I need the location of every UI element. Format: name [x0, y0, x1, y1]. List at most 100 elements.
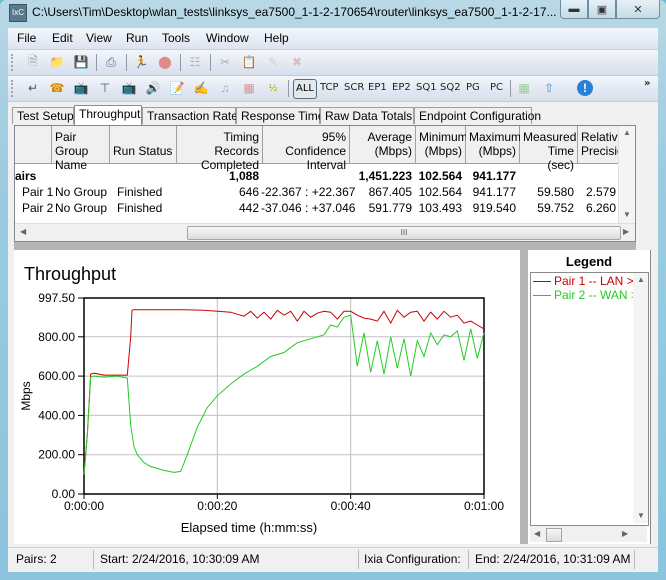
menu-help[interactable]: Help — [264, 31, 289, 45]
edit-pair-icon[interactable]: ✍ — [193, 80, 209, 96]
measured-time: 59.580 — [537, 185, 574, 199]
menu-view[interactable]: View — [86, 31, 112, 45]
column-header-maximum[interactable]: Maximum (Mbps) — [466, 126, 521, 164]
filter-sq2-button[interactable]: SQ2 — [440, 82, 461, 93]
filter-pg-button[interactable]: PG — [466, 82, 480, 93]
legend-title: Legend — [565, 254, 613, 269]
table-horizontal-scrollbar[interactable]: ◀ III ▶ — [15, 223, 635, 241]
scroll-right-icon[interactable]: ▶ — [623, 227, 629, 236]
column-header-timing-records[interactable]: Timing Records Completed — [177, 126, 263, 172]
x-tick-label: 0:00:40 — [331, 499, 371, 513]
column-header-minimum[interactable]: Minimum (Mbps) — [416, 126, 468, 164]
scroll-left-icon[interactable]: ◀ — [20, 227, 26, 236]
filter-ep2-button[interactable]: EP2 — [392, 82, 411, 93]
voip-icon[interactable]: 🔊 — [145, 80, 161, 96]
filter-tcp-button[interactable]: TCP — [320, 82, 339, 93]
column-header-run-status[interactable]: Run Status — [110, 126, 177, 164]
tab-endpoint-configuration[interactable]: Endpoint Configuration — [414, 107, 541, 124]
number-icon[interactable]: ½ — [265, 80, 281, 96]
x-tick-label: 0:01:00 — [464, 499, 504, 513]
app-group-icon[interactable]: ♫ — [217, 80, 233, 96]
minimize-button[interactable]: ▬ — [560, 0, 588, 19]
close-button[interactable]: ✕ — [616, 0, 660, 19]
endpoint-icon[interactable]: 📺 — [73, 80, 89, 96]
title-bar[interactable]: IxC C:\Users\Tim\Desktop\wlan_tests\link… — [0, 0, 666, 26]
column-header-pair-group[interactable]: Pair Group Name — [52, 126, 110, 172]
y-tick-label: 600.00 — [38, 369, 75, 383]
paste-icon[interactable]: 📋 — [241, 54, 257, 70]
edit-icon[interactable]: ✎ — [265, 54, 281, 70]
scroll-right-icon[interactable]: ▶ — [622, 529, 628, 538]
menu-tools[interactable]: Tools — [162, 31, 190, 45]
tab-throughput[interactable]: Throughput — [74, 105, 142, 125]
export-icon[interactable]: ▦ — [516, 80, 532, 96]
info-icon[interactable]: ! — [577, 80, 593, 96]
relative-precision: 6.260 — [585, 201, 616, 215]
legend-vertical-scrollbar[interactable]: ▲ ▼ — [633, 273, 648, 523]
legend-horizontal-scrollbar[interactable]: ◀ ▶ — [530, 526, 647, 542]
scroll-down-icon[interactable]: ▼ — [623, 210, 631, 219]
group-icon[interactable]: ▦ — [241, 80, 257, 96]
scroll-up-icon[interactable]: ▲ — [623, 128, 631, 137]
delete-icon[interactable]: ✖ — [289, 54, 305, 70]
scroll-left-icon[interactable]: ◀ — [534, 529, 540, 538]
menu-file[interactable]: File — [17, 31, 36, 45]
scroll-down-icon[interactable]: ▼ — [637, 511, 645, 520]
confidence-interval: -37.046 : +37.046 — [261, 201, 356, 215]
new-icon[interactable]: 🗎 — [25, 54, 41, 70]
menu-window[interactable]: Window — [206, 31, 249, 45]
pair-name: Pair 1 — [22, 185, 54, 199]
maximize-button[interactable]: ▣ — [588, 0, 616, 19]
tab-transaction-rate[interactable]: Transaction Rate — [142, 107, 238, 124]
column-header-relative-precision[interactable]: Relative Precision — [578, 126, 630, 164]
y-tick-label: 400.00 — [38, 408, 75, 422]
column-header-pair[interactable] — [15, 126, 52, 164]
filter-all-button[interactable]: ALL — [293, 79, 317, 99]
filter-sq1-button[interactable]: SQ1 — [416, 82, 437, 93]
column-header-average[interactable]: Average (Mbps) — [350, 126, 416, 164]
menu-run[interactable]: Run — [126, 31, 148, 45]
save-icon[interactable]: 💾 — [73, 54, 89, 70]
upload-icon[interactable]: ⇧ — [541, 80, 557, 96]
cut-icon[interactable]: ✂ — [217, 54, 233, 70]
scrollbar-thumb[interactable] — [546, 528, 562, 542]
scroll-up-icon[interactable]: ▲ — [637, 275, 645, 284]
column-header-measured-time[interactable]: Measured Time (sec) — [520, 126, 578, 172]
multicast-icon[interactable]: ☎ — [49, 80, 65, 96]
copy-icon[interactable]: ☷ — [187, 54, 203, 70]
filter-scr-button[interactable]: SCR — [344, 82, 364, 93]
pair-icon[interactable]: ↵ — [25, 80, 41, 96]
toolbar-separator — [210, 54, 211, 71]
script-icon[interactable]: 📝 — [169, 80, 185, 96]
confidence-interval: -22.367 : +22.367 — [261, 185, 356, 199]
menu-edit[interactable]: Edit — [52, 31, 73, 45]
network-icon[interactable]: ⊤ — [97, 80, 113, 96]
scrollbar-thumb[interactable]: III — [187, 226, 621, 240]
minimize-icon: ▬ — [568, 3, 580, 15]
toolbar-grip[interactable] — [11, 80, 15, 97]
print-icon[interactable]: ⎙ — [103, 54, 119, 70]
tab-response-time[interactable]: Response Time — [236, 107, 324, 124]
run-icon[interactable]: 🏃 — [133, 54, 149, 70]
status-separator — [93, 550, 94, 569]
column-header-confidence[interactable]: 95% Confidence Interval — [263, 126, 350, 172]
legend-item-pair-2[interactable]: Pair 2 -- WAN > L — [533, 288, 648, 302]
results-table: Pair Group Name Run Status Timing Records… — [14, 125, 636, 242]
tab-raw-data-totals[interactable]: Raw Data Totals — [320, 107, 414, 124]
stop-icon[interactable]: ⬤ — [157, 54, 173, 70]
open-icon[interactable]: 📁 — [49, 54, 65, 70]
toolbar-overflow-button[interactable]: » — [644, 78, 650, 89]
table-vertical-scrollbar[interactable]: ▲ ▼ — [618, 126, 635, 223]
video-icon[interactable]: 📺 — [121, 80, 137, 96]
toolbar-separator — [126, 54, 127, 71]
toolbar-grip[interactable] — [11, 54, 15, 71]
run-status: Finished — [117, 185, 163, 199]
legend-item-pair-1[interactable]: Pair 1 -- LAN > W — [533, 274, 648, 288]
filter-pc-button[interactable]: PC — [490, 82, 503, 93]
vertical-splitter[interactable] — [520, 250, 528, 544]
filter-ep1-button[interactable]: EP1 — [368, 82, 387, 93]
y-tick-label: 200.00 — [38, 448, 75, 462]
app-window: IxC C:\Users\Tim\Desktop\wlan_tests\link… — [0, 0, 666, 580]
horizontal-splitter[interactable] — [14, 242, 636, 250]
tab-test-setup[interactable]: Test Setup — [12, 107, 74, 124]
